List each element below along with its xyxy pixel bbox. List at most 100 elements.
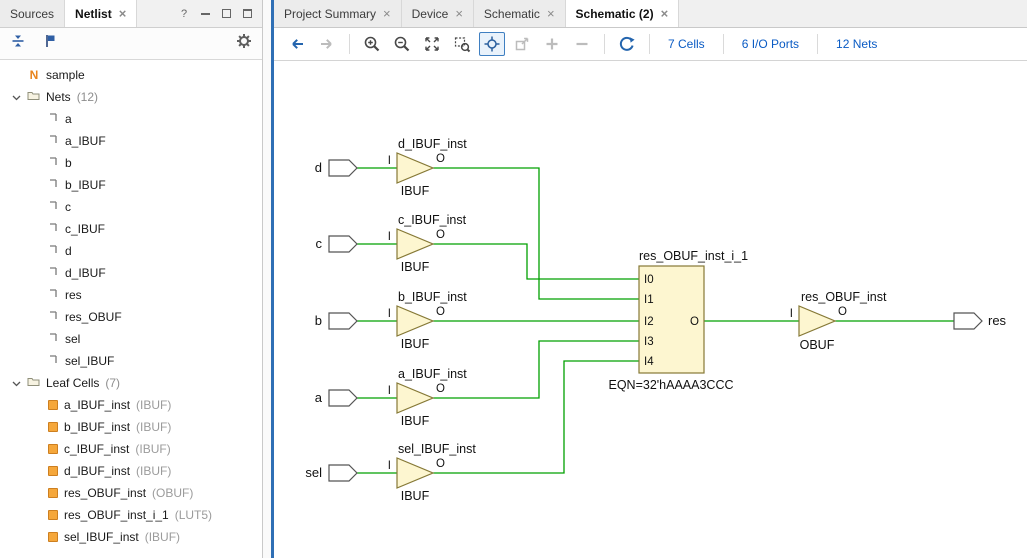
tab-netlist-label: Netlist — [75, 7, 112, 21]
add-icon[interactable] — [539, 32, 565, 56]
tree-item-label: sel — [65, 332, 80, 346]
tree-item-leaf-cell[interactable]: a_IBUF_inst(IBUF) — [0, 394, 262, 416]
cell-type-label: (LUT5) — [175, 508, 212, 522]
io-ports-count-link[interactable]: 6 I/O Ports — [733, 37, 808, 51]
net-icon — [48, 288, 59, 302]
input-port-sel[interactable] — [329, 465, 357, 481]
tree-item-leaf-cell[interactable]: sel_IBUF_inst(IBUF) — [0, 526, 262, 548]
ibuf-cell-b[interactable] — [397, 306, 433, 336]
cell-name-label: sel_IBUF_inst — [398, 442, 476, 456]
help-icon[interactable]: ? — [178, 8, 190, 20]
cell-name-label: c_IBUF_inst — [398, 213, 467, 227]
net-wire-c-ibuf[interactable] — [433, 244, 639, 279]
cell-icon — [48, 444, 58, 454]
tree-item-leaf-cell[interactable]: res_OBUF_inst(OBUF) — [0, 482, 262, 504]
close-icon[interactable]: × — [383, 7, 391, 20]
panel-divider[interactable] — [263, 0, 271, 558]
port-label: b — [315, 313, 322, 328]
pin-label: I — [790, 308, 793, 320]
collapse-all-icon[interactable] — [10, 33, 26, 54]
cell-type-label: OBUF — [800, 338, 835, 352]
ibuf-cell-a[interactable] — [397, 383, 433, 413]
close-icon[interactable]: × — [455, 7, 463, 20]
ibuf-cell-d[interactable] — [397, 153, 433, 183]
tree-item-net[interactable]: res_OBUF — [0, 306, 262, 328]
tree-item-net[interactable]: sel — [0, 328, 262, 350]
pin-label: I — [388, 385, 391, 397]
input-port-b[interactable] — [329, 313, 357, 329]
cell-name-label: res_OBUF_inst_i_1 — [639, 249, 748, 263]
tree-item-net[interactable]: a — [0, 108, 262, 130]
tab-project-summary[interactable]: Project Summary × — [274, 0, 402, 27]
pin-label: I3 — [644, 336, 654, 348]
minimize-icon[interactable] — [199, 8, 211, 20]
ibuf-cell-sel[interactable] — [397, 458, 433, 488]
chevron-down-icon[interactable] — [12, 376, 21, 390]
tab-schematic-2[interactable]: Schematic (2) × — [566, 0, 680, 27]
pin-label: I4 — [644, 356, 654, 368]
tree-item-leaf-cell[interactable]: d_IBUF_inst(IBUF) — [0, 460, 262, 482]
tab-schematic[interactable]: Schematic × — [474, 0, 566, 27]
tree-item-leaf-cell[interactable]: c_IBUF_inst(IBUF) — [0, 438, 262, 460]
refresh-icon[interactable] — [614, 32, 640, 56]
netlist-tree: N sample Nets (12) a a_IBUF b b_IBUF c c… — [0, 60, 262, 558]
tree-item-nets-header[interactable]: Nets (12) — [0, 86, 262, 108]
flag-icon[interactable] — [42, 33, 58, 54]
pin-label: O — [690, 316, 699, 328]
close-icon[interactable]: × — [119, 7, 127, 20]
tree-item-net[interactable]: res — [0, 284, 262, 306]
tree-item-net[interactable]: c — [0, 196, 262, 218]
output-port-res[interactable] — [954, 313, 982, 329]
zoom-out-icon[interactable] — [389, 32, 415, 56]
chevron-down-icon[interactable] — [12, 90, 21, 104]
settings-gear-icon[interactable] — [236, 33, 252, 54]
ibuf-cell-c[interactable] — [397, 229, 433, 259]
tree-item-net[interactable]: d — [0, 240, 262, 262]
tree-item-label: c_IBUF — [65, 222, 105, 236]
tree-item-net[interactable]: a_IBUF — [0, 130, 262, 152]
toolbar-separator — [817, 34, 818, 54]
tree-item-label: b_IBUF — [65, 178, 106, 192]
input-port-c[interactable] — [329, 236, 357, 252]
net-icon — [48, 266, 59, 280]
zoom-fit-icon[interactable] — [419, 32, 445, 56]
port-label: d — [315, 160, 322, 175]
maximize-icon[interactable] — [241, 8, 253, 20]
autofit-selection-icon[interactable] — [479, 32, 505, 56]
obuf-cell[interactable] — [799, 306, 835, 336]
input-port-a[interactable] — [329, 390, 357, 406]
tree-item-leaf-cell[interactable]: b_IBUF_inst(IBUF) — [0, 416, 262, 438]
cell-icon — [48, 422, 58, 432]
tree-item-label: res_OBUF — [65, 310, 122, 324]
tree-item-leaf-cells-header[interactable]: Leaf Cells (7) — [0, 372, 262, 394]
forward-arrow-icon[interactable] — [314, 32, 340, 56]
cell-icon — [48, 532, 58, 542]
tree-item-net[interactable]: c_IBUF — [0, 218, 262, 240]
tab-device[interactable]: Device × — [402, 0, 474, 27]
expand-cone-icon[interactable] — [509, 32, 535, 56]
nets-count-link[interactable]: 12 Nets — [827, 37, 886, 51]
net-icon — [48, 112, 59, 126]
tree-item-sample[interactable]: N sample — [0, 64, 262, 86]
zoom-in-icon[interactable] — [359, 32, 385, 56]
float-icon[interactable] — [220, 8, 232, 20]
schematic-canvas[interactable]: d c b a sel d_IBUF_inst I O IBUF c_IBUF_… — [274, 61, 1027, 558]
tree-item-net[interactable]: b_IBUF — [0, 174, 262, 196]
tab-netlist[interactable]: Netlist × — [65, 0, 137, 27]
pin-label: O — [436, 306, 445, 318]
close-icon[interactable]: × — [661, 7, 669, 20]
cell-type-label: IBUF — [401, 184, 430, 198]
tree-item-net[interactable]: sel_IBUF — [0, 350, 262, 372]
tab-sources[interactable]: Sources — [0, 0, 65, 27]
tree-item-leaf-cell[interactable]: res_OBUF_inst_i_1(LUT5) — [0, 504, 262, 526]
tree-item-label: res_OBUF_inst — [64, 486, 146, 500]
tree-item-net[interactable]: b — [0, 152, 262, 174]
close-icon[interactable]: × — [547, 7, 555, 20]
zoom-selection-icon[interactable] — [449, 32, 475, 56]
input-port-d[interactable] — [329, 160, 357, 176]
remove-icon[interactable] — [569, 32, 595, 56]
back-arrow-icon[interactable] — [284, 32, 310, 56]
cell-icon — [48, 488, 58, 498]
cells-count-link[interactable]: 7 Cells — [659, 37, 714, 51]
tree-item-net[interactable]: d_IBUF — [0, 262, 262, 284]
